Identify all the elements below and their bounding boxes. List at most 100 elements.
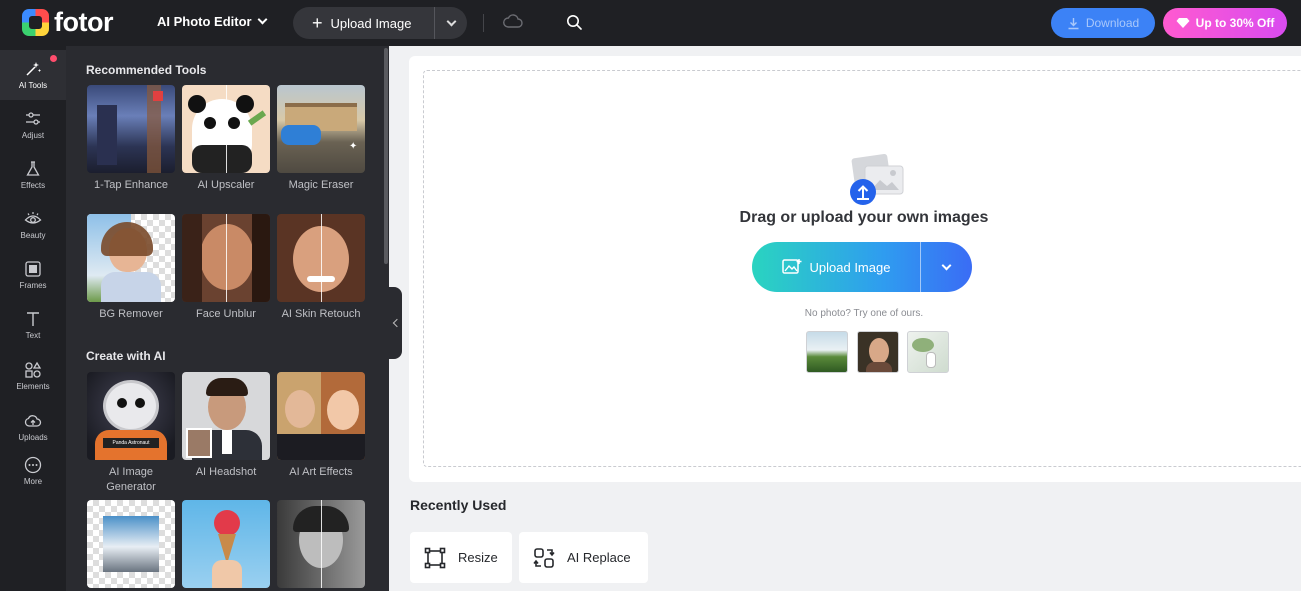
rail-item-label: Elements — [16, 382, 49, 391]
plus-icon: + — [312, 14, 323, 32]
top-upload-dropdown[interactable] — [435, 22, 467, 25]
rail-item-label: Uploads — [18, 433, 47, 442]
notification-dot — [50, 55, 57, 62]
tool-thumbnail — [182, 85, 270, 173]
resize-icon — [424, 547, 446, 569]
tool-label: AI Skin Retouch — [282, 308, 361, 320]
rail-item-uploads[interactable]: Uploads — [0, 402, 66, 452]
frame-icon — [24, 260, 42, 278]
tool-thumbnail — [182, 500, 270, 588]
rail-item-beauty[interactable]: Beauty — [0, 200, 66, 250]
upload-button-group: Upload Image — [752, 242, 972, 292]
tool-extra-1[interactable] — [86, 500, 176, 591]
create-title: Create with AI — [86, 349, 166, 363]
chevron-down-icon — [446, 16, 456, 26]
download-label: Download — [1086, 16, 1139, 30]
upload-cloud-icon — [24, 412, 42, 430]
tool-label: AI Upscaler — [198, 179, 255, 191]
tool-label: Magic Eraser — [289, 179, 354, 191]
tool-face-unblur[interactable]: Face Unblur — [181, 214, 271, 322]
tool-thumbnail — [277, 214, 365, 302]
canvas-area: Drag or upload your own images Upload Im… — [409, 56, 1301, 482]
tool-extra-2[interactable] — [181, 500, 271, 591]
top-upload-label: Upload Image — [331, 16, 412, 31]
fotor-logo[interactable]: fotor — [22, 9, 113, 36]
more-icon — [24, 456, 42, 474]
rail-item-label: Frames — [19, 281, 46, 290]
eye-icon — [24, 210, 42, 228]
divider — [483, 14, 484, 32]
editor-menu[interactable]: AI Photo Editor — [157, 14, 266, 29]
tool-magic-eraser[interactable]: ✦ Magic Eraser — [276, 85, 366, 193]
upload-dropdown-button[interactable] — [921, 266, 972, 269]
collapse-panel-button[interactable] — [389, 287, 402, 359]
recent-item-label: Resize — [458, 550, 498, 565]
top-upload-button[interactable]: + Upload Image — [293, 7, 435, 39]
rail-item-more[interactable]: More — [0, 446, 66, 496]
top-upload-button-group: + Upload Image — [293, 7, 467, 39]
download-icon — [1067, 17, 1080, 30]
download-button[interactable]: Download — [1051, 8, 1155, 38]
rail-item-elements[interactable]: Elements — [0, 351, 66, 401]
rail-item-label: Adjust — [22, 131, 44, 140]
tool-ai-upscaler[interactable]: AI Upscaler — [181, 85, 271, 193]
tool-thumbnail: ✦ — [277, 85, 365, 173]
promo-label: Up to 30% Off — [1196, 16, 1275, 30]
sample-hint: No photo? Try one of ours. — [409, 308, 1301, 319]
sample-image-still-life[interactable] — [907, 331, 949, 373]
tool-ai-art-effects[interactable]: AI Art Effects — [276, 372, 366, 480]
flask-icon — [24, 160, 42, 178]
generator-badge: Panda Astronaut — [103, 438, 159, 448]
promo-button[interactable]: Up to 30% Off — [1163, 8, 1287, 38]
sample-image-portrait[interactable] — [857, 331, 899, 373]
tool-ai-headshot[interactable]: AI Headshot — [181, 372, 271, 480]
tool-extra-3[interactable] — [276, 500, 366, 591]
tool-label: BG Remover — [99, 308, 163, 320]
tool-thumbnail — [182, 372, 270, 460]
diamond-icon — [1176, 17, 1190, 29]
tool-label: 1-Tap Enhance — [94, 179, 168, 191]
image-upload-icon — [847, 152, 907, 206]
recent-item-ai-replace[interactable]: AI Replace — [519, 532, 648, 583]
tool-1-tap-enhance[interactable]: 1-Tap Enhance — [86, 85, 176, 193]
scrollbar-thumb[interactable] — [384, 48, 388, 264]
dropzone-title: Drag or upload your own images — [409, 209, 1301, 227]
left-rail: AI Tools Adjust Effects Beauty Frames Te… — [0, 46, 66, 591]
text-icon — [24, 310, 42, 328]
tool-thumbnail — [87, 85, 175, 173]
upload-image-button[interactable]: Upload Image — [752, 242, 921, 292]
chevron-left-icon — [393, 319, 401, 327]
rail-item-label: Text — [26, 331, 41, 340]
cloud-icon[interactable] — [503, 14, 523, 28]
shapes-icon — [24, 361, 42, 379]
rail-item-label: Beauty — [21, 231, 46, 240]
rail-item-effects[interactable]: Effects — [0, 150, 66, 200]
tool-label: AI Headshot — [196, 466, 257, 478]
sample-image-landscape[interactable] — [806, 331, 848, 373]
recent-item-resize[interactable]: Resize — [410, 532, 512, 583]
upload-image-label: Upload Image — [810, 260, 891, 275]
tool-bg-remover[interactable]: BG Remover — [86, 214, 176, 322]
tool-label: Face Unblur — [196, 308, 256, 320]
tool-ai-skin-retouch[interactable]: AI Skin Retouch — [276, 214, 366, 322]
sliders-icon — [24, 110, 42, 128]
chevron-down-icon — [942, 260, 952, 270]
ai-replace-icon — [533, 547, 555, 569]
search-icon[interactable] — [566, 14, 582, 30]
tool-ai-image-generator[interactable]: Panda Astronaut AI Image Generator — [86, 372, 176, 495]
sparkle-wand-icon — [24, 60, 42, 78]
rail-item-adjust[interactable]: Adjust — [0, 100, 66, 150]
image-add-icon — [782, 258, 802, 276]
rail-item-label: Effects — [21, 181, 45, 190]
rail-item-text[interactable]: Text — [0, 300, 66, 350]
tool-thumbnail: Panda Astronaut — [87, 372, 175, 460]
tool-label: AI Art Effects — [289, 466, 352, 478]
tool-thumbnail — [87, 500, 175, 588]
editor-menu-label: AI Photo Editor — [157, 14, 252, 29]
top-bar: fotor AI Photo Editor + Upload Image Dow… — [0, 0, 1301, 46]
chevron-down-icon — [257, 15, 267, 25]
rail-item-frames[interactable]: Frames — [0, 250, 66, 300]
recent-item-label: AI Replace — [567, 550, 631, 565]
tool-thumbnail — [277, 372, 365, 460]
recommended-title: Recommended Tools — [86, 63, 206, 77]
